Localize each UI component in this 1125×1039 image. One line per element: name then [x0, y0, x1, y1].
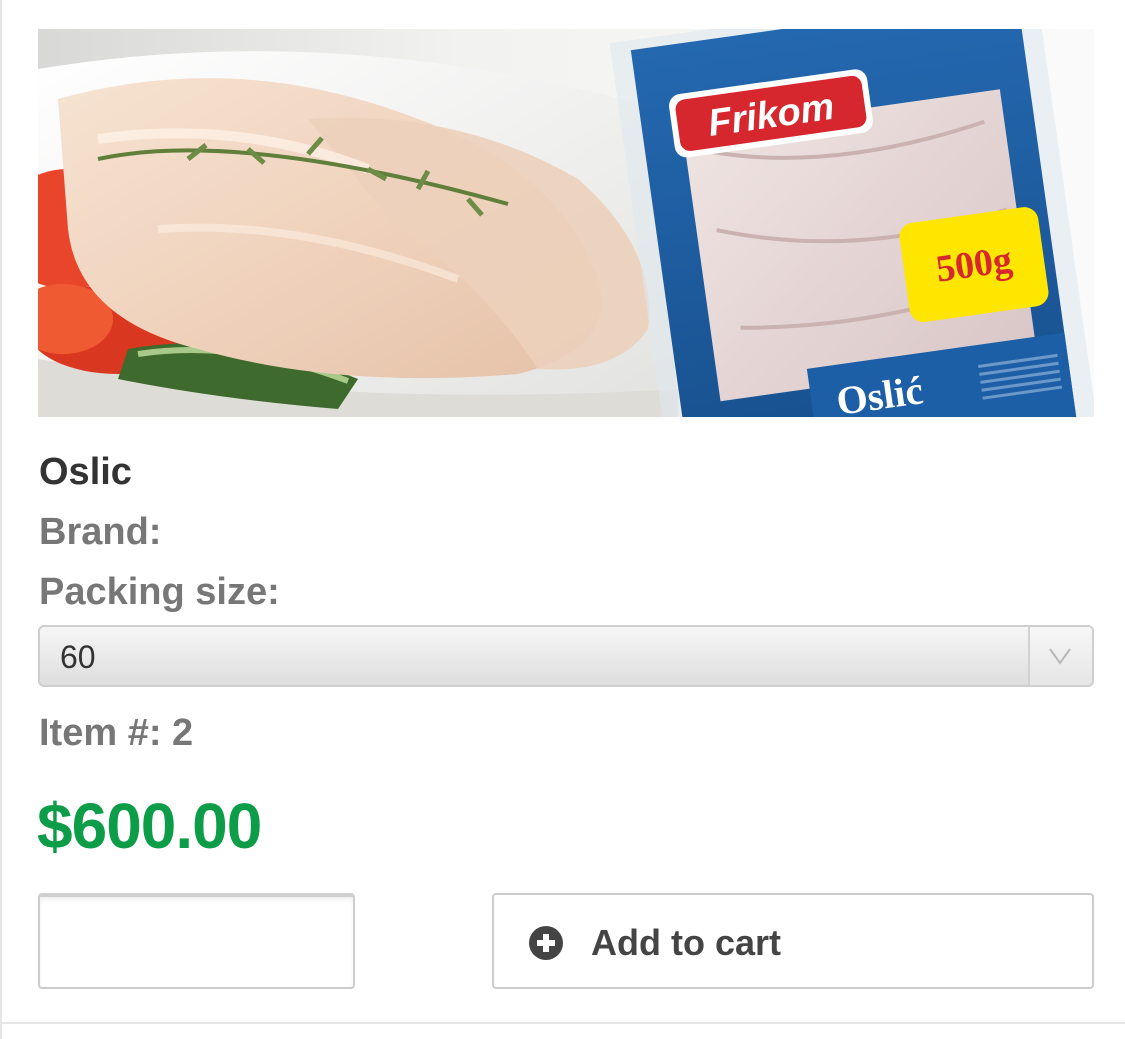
select-arrow-button[interactable] — [1028, 627, 1092, 685]
packing-size-select[interactable]: 60 — [38, 625, 1094, 687]
item-number: Item #: 2 — [39, 712, 194, 754]
add-to-cart-label: Add to cart — [591, 922, 782, 963]
packing-size-value: 60 — [60, 639, 96, 675]
divider — [2, 1022, 1125, 1024]
chevron-down-icon — [1049, 648, 1071, 665]
product-card: Frikom 500g Oslić odrezak Oslic Brand: P… — [0, 0, 1125, 1039]
plus-circle-icon — [529, 926, 563, 960]
quantity-input[interactable] — [38, 893, 355, 989]
product-image[interactable]: Frikom 500g Oslić odrezak — [38, 29, 1094, 417]
add-to-cart-button[interactable]: Add to cart — [492, 893, 1094, 989]
product-name: Oslic — [39, 451, 132, 493]
packing-size-label: Packing size: — [39, 571, 280, 613]
product-price: $600.00 — [37, 790, 262, 862]
product-photo: Frikom 500g Oslić odrezak — [38, 29, 1094, 417]
brand-label: Brand: — [39, 511, 162, 553]
